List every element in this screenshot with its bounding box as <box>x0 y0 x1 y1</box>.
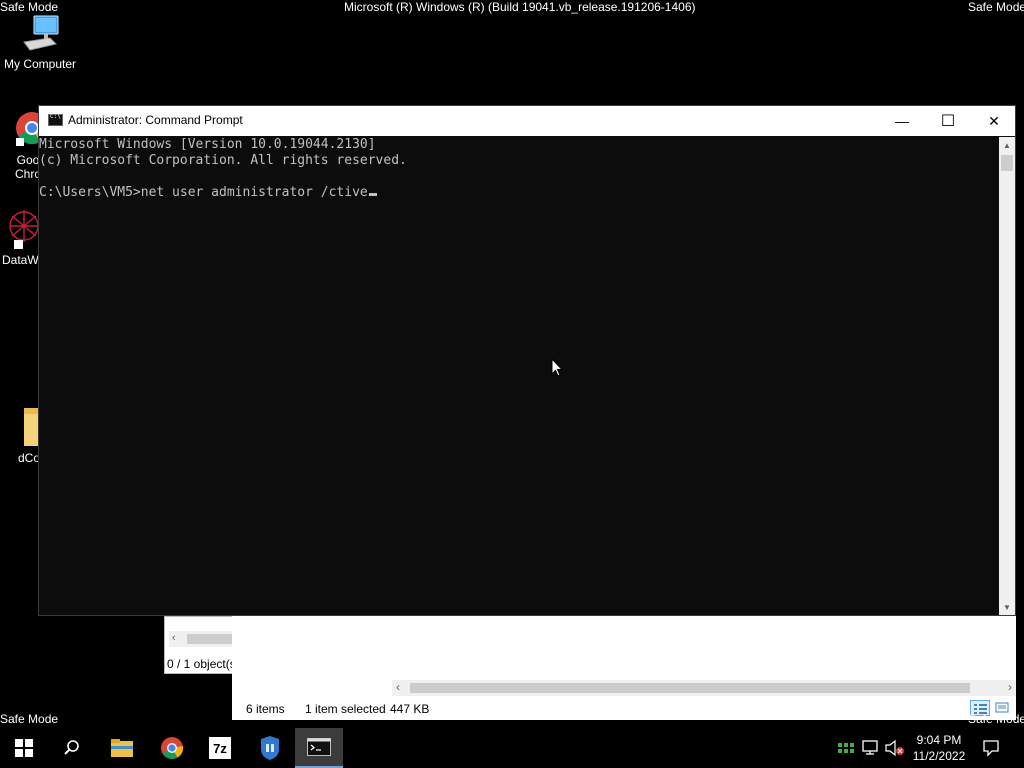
build-string: Microsoft (R) Windows (R) (Build 19041.v… <box>344 0 696 14</box>
action-center-button[interactable] <box>976 728 1006 768</box>
console-line: Microsoft Windows [Version 10.0.19044.21… <box>39 137 376 152</box>
title-bar[interactable]: Administrator: Command Prompt — ☐ ✕ <box>39 106 1015 136</box>
tray-network-icon[interactable] <box>836 728 856 768</box>
desktop-icon-label: DataW <box>2 253 39 267</box>
taskbar-7zip[interactable]: 7z <box>196 728 244 768</box>
console-output[interactable]: Microsoft Windows [Version 10.0.19044.21… <box>39 137 1001 615</box>
text-cursor <box>368 193 377 196</box>
taskbar: 7z 9:04 PM 11/2/2022 <box>0 728 1024 768</box>
safe-mode-label-bottom-left: Safe Mode <box>0 712 59 726</box>
scroll-right-icon[interactable]: › <box>1008 680 1012 694</box>
clock-time: 9:04 PM <box>916 733 962 747</box>
security-icon <box>261 736 279 760</box>
horizontal-scrollbar[interactable]: ‹ › <box>392 680 1016 696</box>
minimize-icon: — <box>895 113 909 129</box>
volume-muted-icon <box>885 740 904 756</box>
scrollbar-thumb[interactable] <box>187 634 233 644</box>
explorer-window: ‹ › 6 items 1 item selected 447 KB <box>232 616 1016 720</box>
explorer-left-pane: ‹ 0 / 1 object(s <box>164 616 236 674</box>
status-selected: 1 item selected <box>305 702 386 716</box>
desktop-icon-datawarehouse[interactable]: DataW <box>2 206 39 267</box>
close-button[interactable]: ✕ <box>971 106 1017 136</box>
taskbar-command-prompt[interactable] <box>295 728 343 768</box>
display-icon <box>862 740 878 755</box>
console-line: (c) Microsoft Corporation. All rights re… <box>39 153 407 168</box>
desktop-icon-label: My Computer <box>3 57 77 71</box>
scroll-left-icon[interactable]: ‹ <box>396 680 400 694</box>
command-prompt-window[interactable]: Administrator: Command Prompt — ☐ ✕ Micr… <box>38 105 1016 616</box>
computer-icon <box>23 15 59 51</box>
scroll-down-icon[interactable]: ▼ <box>999 599 1015 615</box>
tray-clock[interactable]: 9:04 PM 11/2/2022 <box>906 728 972 768</box>
command-prompt-icon <box>48 113 63 126</box>
scroll-left-icon[interactable]: ‹ <box>172 632 176 644</box>
command-prompt-icon <box>307 738 331 756</box>
svg-text:7z: 7z <box>213 741 227 756</box>
safe-mode-label-top-left: Safe Mode <box>0 0 59 14</box>
taskbar-file-explorer[interactable] <box>98 728 146 768</box>
safe-mode-label-top-right: Safe Mode <box>968 0 1024 14</box>
search-icon <box>64 740 79 755</box>
scrollbar-thumb[interactable] <box>1001 155 1013 171</box>
search-button[interactable] <box>48 728 96 768</box>
horizontal-scrollbar[interactable]: ‹ <box>169 631 233 647</box>
file-explorer-icon <box>111 739 133 757</box>
scrollbar-thumb[interactable] <box>410 683 970 693</box>
vertical-scrollbar[interactable]: ▲ ▼ <box>999 137 1015 615</box>
start-button[interactable] <box>0 728 48 768</box>
window-title: Administrator: Command Prompt <box>68 113 243 127</box>
status-item-count: 6 items <box>246 702 285 716</box>
start-icon <box>15 739 33 757</box>
datawarehouse-icon <box>9 210 39 249</box>
close-icon: ✕ <box>988 112 1000 129</box>
status-size: 447 KB <box>390 702 430 716</box>
7zip-icon: 7z <box>209 737 231 759</box>
desktop-icon-my-computer[interactable]: My Computer <box>2 14 78 71</box>
clock-date: 11/2/2022 <box>912 749 966 763</box>
network-status-icon <box>838 743 854 753</box>
notification-icon <box>983 740 999 757</box>
taskbar-chrome[interactable] <box>148 728 196 768</box>
object-count: 0 / 1 object(s <box>167 657 235 671</box>
taskbar-security[interactable] <box>246 728 294 768</box>
safe-mode-label-bottom-right: Safe Mode <box>968 712 1024 726</box>
mouse-pointer-icon <box>551 358 563 377</box>
chrome-icon <box>161 737 184 759</box>
minimize-button[interactable]: — <box>879 106 925 136</box>
tray-volume-icon[interactable] <box>884 728 906 768</box>
console-input-line[interactable]: C:\Users\VM5>net user administrator /cti… <box>39 185 1001 201</box>
tray-monitor-icon[interactable] <box>860 728 882 768</box>
console-command: C:\Users\VM5>net user administrator /cti… <box>39 185 368 200</box>
scroll-up-icon[interactable]: ▲ <box>999 137 1015 153</box>
maximize-icon: ☐ <box>940 113 956 130</box>
maximize-button[interactable]: ☐ <box>925 106 971 136</box>
